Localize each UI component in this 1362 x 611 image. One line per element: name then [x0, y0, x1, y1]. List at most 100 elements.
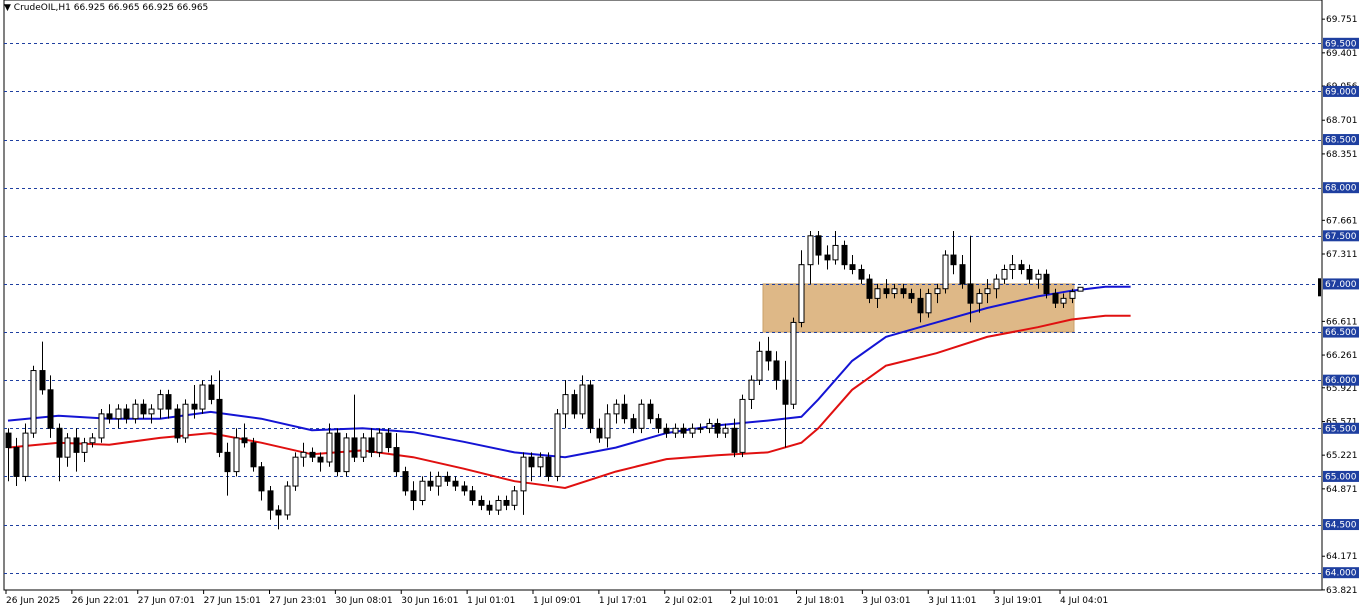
- candle-body: [13, 447, 20, 477]
- candle-body: [334, 432, 341, 473]
- candle-body: [858, 268, 865, 280]
- candle-body: [545, 456, 552, 477]
- chart-window[interactable]: 69.75169.40169.05668.70168.35167.66167.3…: [0, 0, 1362, 611]
- candle: [376, 428, 383, 458]
- price-tick-label: 66.611: [1326, 317, 1358, 327]
- candle-body: [630, 418, 637, 429]
- candle-body: [22, 432, 29, 477]
- candle-body: [1009, 264, 1016, 270]
- candle-body: [1077, 286, 1084, 292]
- candle-body: [503, 499, 510, 506]
- candle-body: [782, 379, 789, 405]
- level-label: 64.000: [1325, 569, 1357, 579]
- candle-body: [258, 466, 265, 492]
- level-label: 67.000: [1325, 280, 1357, 290]
- candle-body: [5, 432, 12, 449]
- candle-body: [461, 485, 468, 492]
- time-label: 27 Jun 23:01: [270, 596, 327, 606]
- candle-body: [697, 427, 704, 430]
- time-label: 30 Jun 16:01: [401, 596, 458, 606]
- candle: [942, 250, 949, 294]
- candle-body: [596, 427, 603, 439]
- candle-body: [773, 360, 780, 381]
- price-tick-label: 64.871: [1326, 485, 1358, 495]
- candle-body: [706, 422, 713, 429]
- level-label: 67.500: [1325, 232, 1357, 242]
- level-label: 69.500: [1325, 39, 1357, 49]
- candle: [402, 466, 409, 496]
- collapse-arrow-icon[interactable]: ▼: [4, 3, 11, 13]
- time-label: 1 Jul 09:01: [533, 596, 581, 606]
- candle: [419, 476, 426, 506]
- candle-body: [866, 278, 873, 299]
- candle-body: [292, 456, 299, 487]
- candle: [343, 433, 350, 477]
- level-label: 65.000: [1325, 472, 1357, 482]
- price-chart[interactable]: 69.75169.40169.05668.70168.35167.66167.3…: [0, 0, 1362, 611]
- candle-body: [326, 432, 333, 463]
- candle-body: [554, 413, 561, 477]
- candle-body: [908, 293, 915, 299]
- candle-body: [571, 394, 578, 415]
- level-label: 66.500: [1325, 328, 1357, 338]
- candle-body: [182, 403, 189, 439]
- candle-body: [81, 442, 88, 453]
- time-label: 4 Jul 04:01: [1060, 596, 1108, 606]
- candle-body: [393, 447, 400, 473]
- candle: [174, 404, 181, 443]
- candle-body: [832, 244, 839, 261]
- candle-body: [967, 283, 974, 304]
- candle-body: [950, 254, 957, 266]
- candle-body: [351, 437, 358, 458]
- candle-body: [410, 490, 417, 501]
- candle: [554, 409, 561, 482]
- candle-body: [1043, 273, 1050, 295]
- candle-body: [1001, 268, 1008, 280]
- candle-body: [934, 288, 941, 295]
- price-tick-label: 69.401: [1326, 49, 1358, 59]
- candle-body: [1069, 291, 1076, 299]
- candle: [182, 399, 189, 443]
- time-label: 2 Jul 18:01: [797, 596, 845, 606]
- candle: [638, 399, 645, 434]
- candle-body: [604, 413, 611, 439]
- level-label: 68.500: [1325, 136, 1357, 146]
- candle-body: [925, 293, 932, 314]
- candle-body: [883, 288, 890, 295]
- candle-body: [123, 408, 130, 420]
- candle-body: [849, 264, 856, 270]
- candle-body: [756, 350, 763, 381]
- level-label: 68.000: [1325, 184, 1357, 194]
- candle-body: [47, 389, 54, 429]
- candle-body: [739, 398, 746, 453]
- candle: [866, 274, 873, 304]
- candle-body: [224, 451, 231, 473]
- candle-body: [1018, 264, 1025, 270]
- candle: [739, 394, 746, 458]
- candle-body: [621, 403, 628, 420]
- candle-body: [267, 490, 274, 511]
- price-tick-label: 63.821: [1326, 586, 1358, 596]
- candle-body: [368, 437, 375, 453]
- symbol-label: CrudeOIL,H1: [13, 3, 71, 13]
- candle-body: [250, 442, 257, 468]
- candle-body: [174, 408, 181, 439]
- candle-body: [140, 403, 147, 415]
- candle: [250, 437, 257, 472]
- candle-body: [798, 264, 805, 323]
- candle: [545, 452, 552, 482]
- candle-body: [486, 504, 493, 511]
- candle-body: [106, 413, 113, 420]
- candle-body: [157, 394, 164, 410]
- candle-body: [731, 427, 738, 453]
- candle: [292, 452, 299, 491]
- candle-body: [275, 509, 282, 516]
- candle-body: [132, 403, 139, 420]
- ohlc-readout: 66.925 66.965 66.925 66.965: [73, 3, 209, 13]
- candle-body: [89, 437, 96, 444]
- candle-body: [959, 264, 966, 285]
- candle-body: [165, 394, 172, 410]
- candle-body: [765, 350, 772, 362]
- candle-body: [1060, 297, 1067, 304]
- candle-body: [748, 379, 755, 400]
